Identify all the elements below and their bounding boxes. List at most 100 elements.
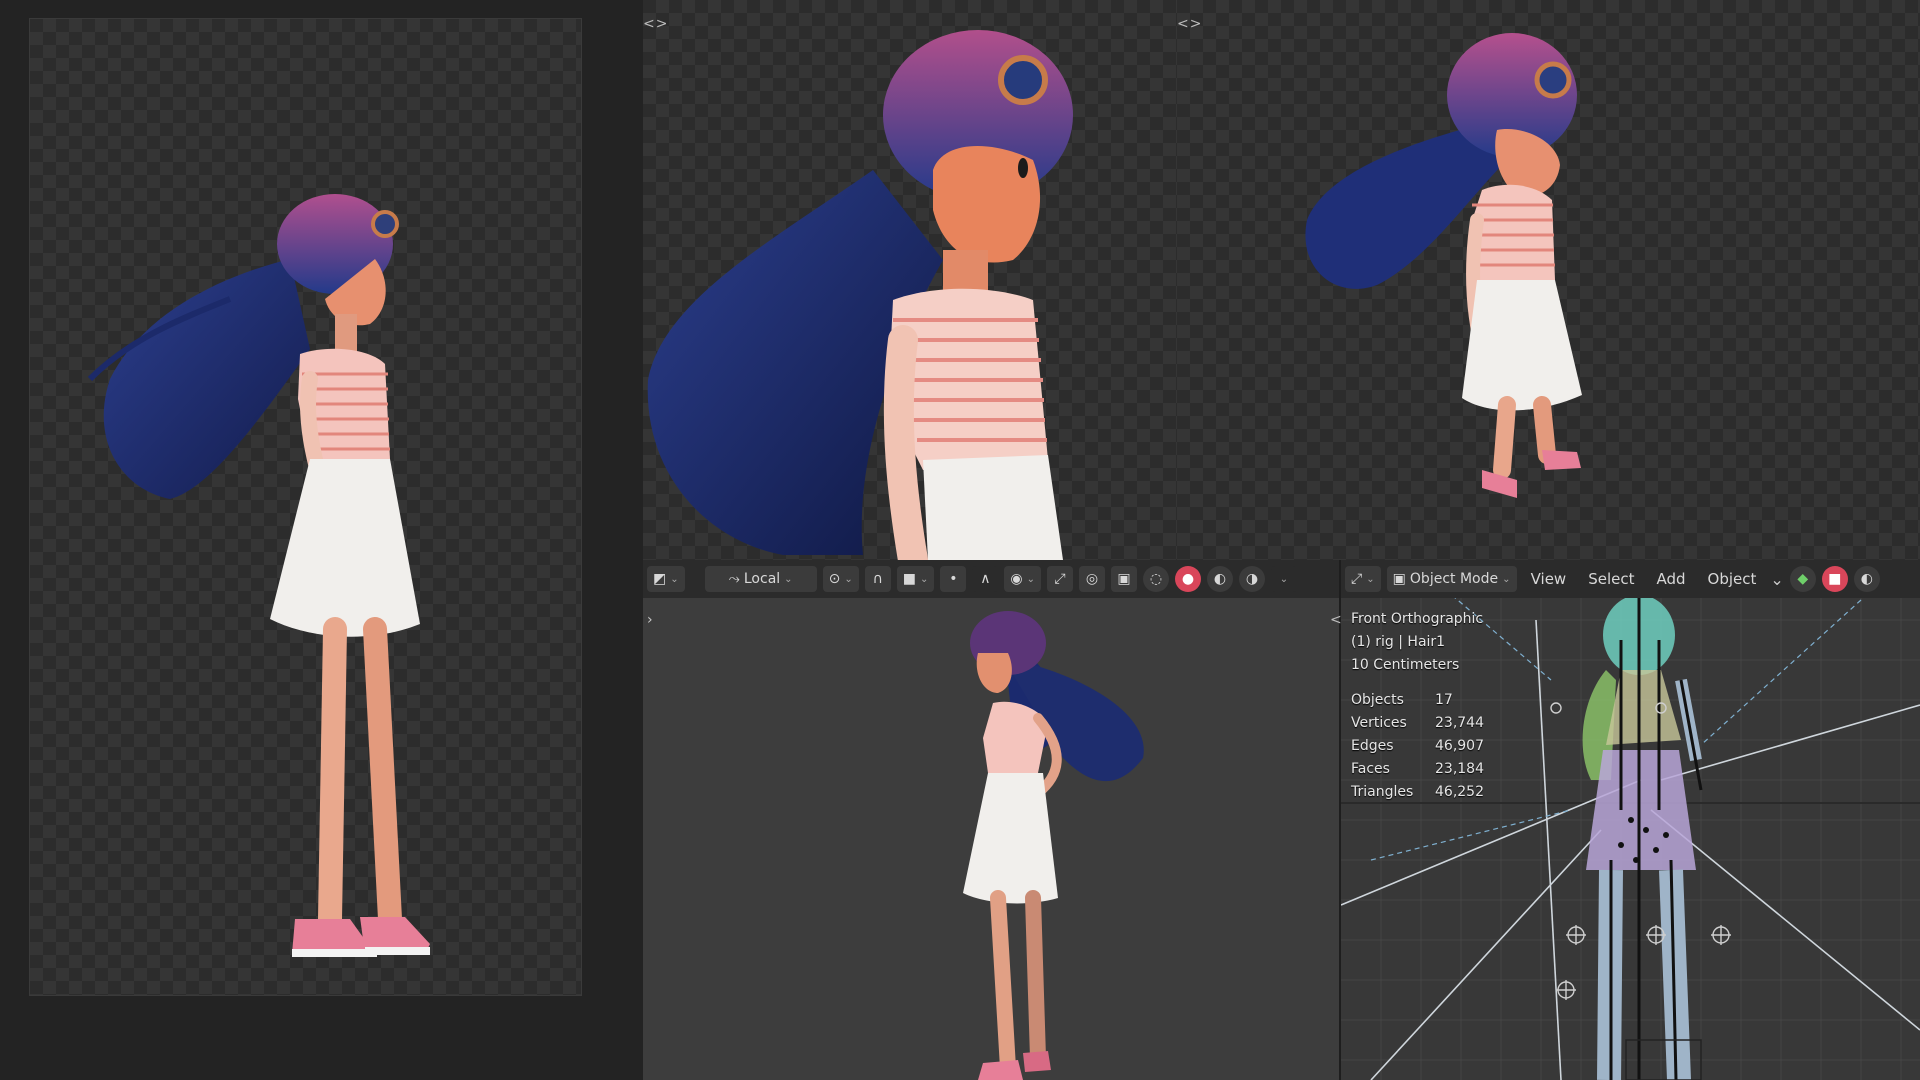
leg <box>990 890 1016 1076</box>
material-shading-icon: ◐ <box>1213 571 1227 587</box>
goggles <box>371 210 399 238</box>
solid-shading-icon: ● <box>1181 571 1195 587</box>
gizmo-icon: ⤢ <box>1054 571 1066 587</box>
hair <box>103 259 310 499</box>
character-render-three-quarter <box>1305 33 1582 498</box>
legs-mesh <box>1597 869 1691 1080</box>
solid-shading-button[interactable]: ● <box>1174 566 1201 592</box>
skirt <box>270 459 420 637</box>
blender-window: <> <> ◩ ⌄ ⤳ Local ⌄ ⊙ ⌄ ∩ ■ ⌄ • ∧ ◉ ⌄ ⤢ … <box>0 0 1920 1080</box>
render-preview-left <box>0 0 643 1080</box>
viewport-header: ◩ ⌄ ⤳ Local ⌄ ⊙ ⌄ ∩ ■ ⌄ • ∧ ◉ ⌄ ⤢ ◎ ▣ ◌ ● ◐ … <box>643 560 1339 598</box>
viewport-info-overlay: Front Orthographic (1) rig | Hair1 10 Ce… <box>1351 608 1484 804</box>
editor-type-button[interactable]: ⤢ ⌄ <box>1345 566 1381 592</box>
orientation-icon: ⤢ <box>1351 571 1363 587</box>
chevron-down-icon: ⌄ <box>1026 573 1035 585</box>
skirt-mesh <box>1586 750 1696 870</box>
stat-row: Objects 17 <box>1351 692 1453 708</box>
neck <box>335 314 357 354</box>
view-name: Front Orthographic <box>1351 611 1484 627</box>
leg-back <box>318 617 347 931</box>
area-splitter-icon[interactable]: <> <box>1177 16 1202 32</box>
menu-select[interactable]: Select <box>1580 570 1642 588</box>
scene-statistics: Objects 17 Vertices 23,744 Edges 46,907 Fac… <box>1351 689 1484 804</box>
rendered-shading-icon: ◑ <box>1245 571 1259 587</box>
active-collection: (1) rig | Hair1 <box>1351 634 1446 650</box>
pivot-point-button[interactable]: ⊙ ⌄ <box>822 566 859 592</box>
shoe <box>978 1060 1023 1080</box>
viewport-front-orthographic[interactable]: ⤢ ⌄ ▣ Object Mode ⌄ View Select Add Objec… <box>1341 560 1920 1080</box>
proportional-icon: • <box>949 571 958 587</box>
snap-target-icon: ■ <box>902 571 916 587</box>
chevron-down-icon[interactable]: ⌄ <box>1770 570 1783 589</box>
shoe <box>1542 450 1581 470</box>
area-splitter-icon[interactable]: <> <box>643 16 668 32</box>
shading-options-dropdown[interactable]: ⌄ <box>1270 566 1297 592</box>
object-mode-icon: ▣ <box>1392 571 1406 587</box>
character-viewport-figure <box>963 611 1144 1080</box>
rendered-shading-button[interactable]: ◑ <box>1238 566 1265 592</box>
viewport-material-preview[interactable]: ◩ ⌄ ⤳ Local ⌄ ⊙ ⌄ ∩ ■ ⌄ • ∧ ◉ ⌄ ⤢ ◎ ▣ ◌ ● ◐ … <box>643 560 1339 1080</box>
stat-row: Vertices 23,744 <box>1351 715 1484 731</box>
goggles <box>998 55 1048 105</box>
viewport-header: ⤢ ⌄ ▣ Object Mode ⌄ View Select Add Objec… <box>1341 560 1920 598</box>
leg <box>1493 396 1516 479</box>
arm <box>883 325 928 575</box>
shoe-sole <box>292 949 377 957</box>
xray-icon: ▣ <box>1117 571 1131 587</box>
orientation-icon: ⤳ <box>728 571 740 587</box>
editor-type-button[interactable]: ◩ ⌄ <box>647 566 685 592</box>
snap-icon: ∩ <box>872 571 883 587</box>
grid-scale: 10 Centimeters <box>1351 657 1460 673</box>
eye <box>1018 158 1028 178</box>
solid-shading-button[interactable]: ■ <box>1821 566 1848 592</box>
color-wheel-icon: ◆ <box>1797 571 1809 587</box>
overlay-icon: ◎ <box>1085 571 1099 587</box>
wireframe-shading-button[interactable]: ◌ <box>1142 566 1169 592</box>
skirt <box>923 455 1063 560</box>
shoe-sole <box>365 947 430 955</box>
shoe <box>1023 1051 1051 1072</box>
menu-add[interactable]: Add <box>1648 570 1693 588</box>
mode-dropdown[interactable]: ▣ Object Mode ⌄ <box>1386 566 1517 592</box>
face <box>976 653 1012 693</box>
color-picker-button[interactable]: ◆ <box>1789 566 1816 592</box>
skirt <box>1462 280 1582 411</box>
chevron-down-icon: ⌄ <box>670 573 679 585</box>
snap-toggle[interactable]: ∩ <box>864 566 891 592</box>
chevron-down-icon: ⌄ <box>844 573 853 585</box>
goggles <box>1534 61 1572 99</box>
transform-orientation-dropdown[interactable]: ⤳ Local ⌄ <box>704 566 817 592</box>
solid-shading-icon: ■ <box>1828 571 1842 587</box>
falloff-dropdown[interactable]: ∧ <box>972 566 999 592</box>
overlay-toggle[interactable]: ◎ <box>1078 566 1105 592</box>
proportional-edit-toggle[interactable]: • <box>940 566 967 592</box>
wireframe-shading-icon: ◌ <box>1149 571 1163 587</box>
falloff-icon: ∧ <box>980 571 991 587</box>
chevron-down-icon: ⌄ <box>1279 573 1289 585</box>
skirt <box>963 773 1058 904</box>
stat-row: Faces 23,184 <box>1351 761 1484 777</box>
snap-target-dropdown[interactable]: ■ ⌄ <box>896 566 935 592</box>
menu-object[interactable]: Object <box>1700 570 1765 588</box>
leg <box>1025 890 1046 1066</box>
stat-row: Triangles 46,252 <box>1351 784 1484 800</box>
render-closeup: <> <box>643 0 1177 575</box>
render-three-quarter: <> <box>1177 0 1920 560</box>
gizmo-toggle[interactable]: ⤢ <box>1046 566 1073 592</box>
chevron-down-icon: ⌄ <box>784 573 793 585</box>
chevron-down-icon: ⌄ <box>919 573 929 585</box>
character-render-closeup <box>647 30 1073 575</box>
menu-view[interactable]: View <box>1523 570 1575 588</box>
material-shading-button[interactable]: ◐ <box>1853 566 1880 592</box>
torso-mesh <box>1606 670 1681 745</box>
character-render-side <box>87 194 430 957</box>
visibility-icon: ◉ <box>1010 571 1023 587</box>
leg-front <box>363 617 402 931</box>
visibility-dropdown[interactable]: ◉ ⌄ <box>1004 566 1041 592</box>
chevron-down-icon: ⌄ <box>1366 573 1375 585</box>
render-frame <box>29 18 582 996</box>
stat-row: Edges 46,907 <box>1351 738 1484 754</box>
xray-toggle[interactable]: ▣ <box>1110 566 1137 592</box>
material-shading-button[interactable]: ◐ <box>1206 566 1233 592</box>
